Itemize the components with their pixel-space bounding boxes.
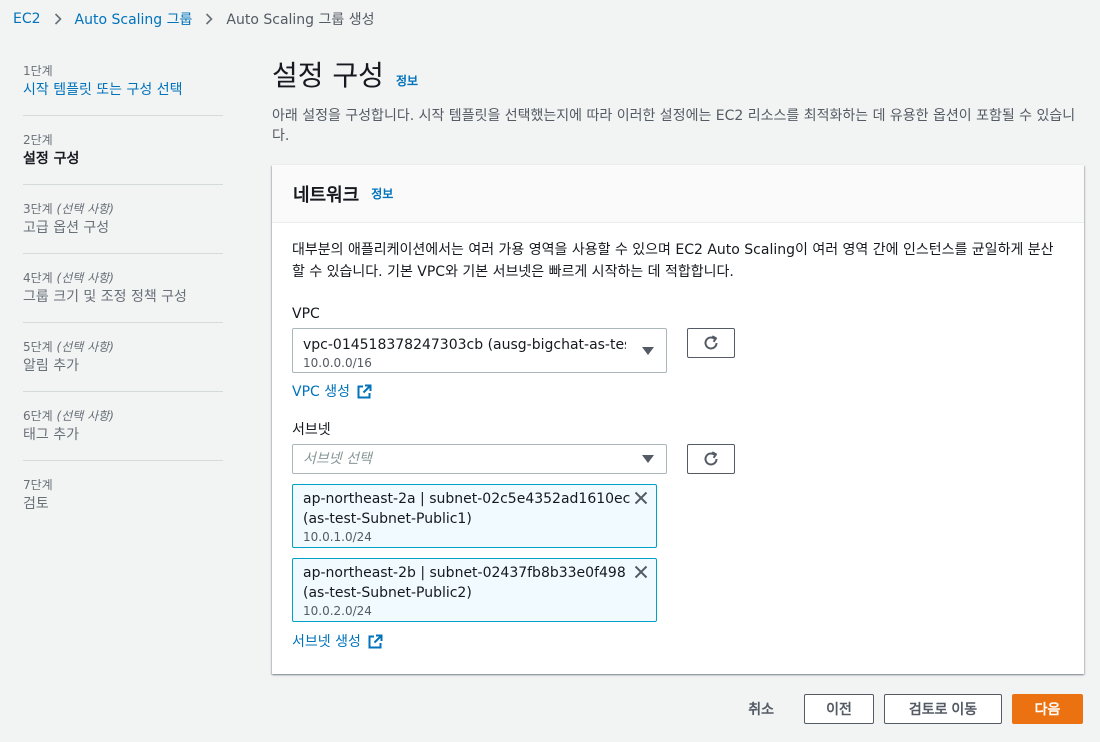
- wizard-step-4: 4단계 (선택 사항) 그룹 크기 및 조정 정책 구성: [23, 267, 223, 323]
- vpc-select-value: vpc-014518378247303cb (ausg-bigchat-as-t…: [303, 337, 626, 353]
- subnet-select[interactable]: 서브넷 선택: [292, 444, 667, 474]
- wizard-footer: 취소 이전 검토로 이동 다음: [748, 694, 1083, 724]
- step-number: 5단계 (선택 사항): [23, 340, 114, 354]
- step-advanced-options: 고급 옵션 구성: [23, 220, 110, 236]
- wizard-steps: 1단계 시작 템플릿 또는 구성 선택 2단계 설정 구성 3단계 (선택 사항…: [23, 60, 223, 542]
- previous-button[interactable]: 이전: [804, 694, 874, 724]
- step-tags: 태그 추가: [23, 427, 79, 443]
- breadcrumb: EC2 Auto Scaling 그룹 Auto Scaling 그룹 생성: [13, 8, 374, 30]
- vpc-refresh-button[interactable]: [687, 328, 735, 358]
- subnet-token: ap-northeast-2b | subnet-02437fb8b33e0f4…: [292, 558, 657, 622]
- vpc-create-link[interactable]: VPC 생성: [292, 382, 372, 402]
- step-number: 4단계 (선택 사항): [23, 271, 114, 285]
- vpc-row: vpc-014518378247303cb (ausg-bigchat-as-t…: [292, 328, 1064, 373]
- cancel-button[interactable]: 취소: [748, 699, 774, 719]
- step-review: 검토: [23, 496, 49, 512]
- subnet-token-cidr: 10.0.2.0/24: [303, 604, 372, 618]
- network-info-link[interactable]: 정보: [371, 185, 393, 202]
- subnet-create-link[interactable]: 서브넷 생성: [292, 632, 383, 652]
- subnet-token-id: ap-northeast-2b | subnet-02437fb8b33e0f4…: [303, 565, 626, 581]
- subnet-refresh-button[interactable]: [687, 444, 735, 474]
- breadcrumb-current: Auto Scaling 그룹 생성: [226, 12, 375, 28]
- external-link-icon: [357, 384, 372, 399]
- remove-subnet-button[interactable]: [634, 565, 648, 583]
- subnet-token-id: ap-northeast-2a | subnet-02c5e4352ad1610…: [303, 491, 631, 507]
- step-optional: (선택 사항): [56, 202, 114, 216]
- network-panel: 네트워크 정보 대부분의 애플리케이션에서는 여러 가용 영역을 사용할 수 있…: [272, 165, 1084, 674]
- network-panel-header: 네트워크 정보: [272, 165, 1084, 223]
- wizard-step-6: 6단계 (선택 사항) 태그 추가: [23, 405, 223, 461]
- skip-to-review-button[interactable]: 검토로 이동: [884, 694, 1002, 724]
- wizard-step-2: 2단계 설정 구성: [23, 129, 223, 185]
- subnet-select-placeholder: 서브넷 선택: [303, 451, 372, 467]
- vpc-select[interactable]: vpc-014518378247303cb (ausg-bigchat-as-t…: [292, 328, 667, 373]
- refresh-icon: [704, 451, 718, 466]
- vpc-cidr: 10.0.0.0/16: [303, 356, 372, 370]
- subnet-token-name: (as-test-Subnet-Public1): [303, 511, 472, 527]
- wizard-step-3: 3단계 (선택 사항) 고급 옵션 구성: [23, 198, 223, 254]
- subnet-row: 서브넷 선택: [292, 444, 1064, 474]
- subnet-token: ap-northeast-2a | subnet-02c5e4352ad1610…: [292, 484, 657, 548]
- page-title: 설정 구성: [272, 59, 384, 92]
- wizard-step-1: 1단계 시작 템플릿 또는 구성 선택: [23, 60, 223, 116]
- step-number: 1단계: [23, 64, 53, 78]
- step-number: 7단계: [23, 478, 53, 492]
- step-group-size: 그룹 크기 및 조정 정책 구성: [23, 289, 187, 305]
- main-content: 설정 구성 정보 아래 설정을 구성합니다. 시작 템플릿을 선택했는지에 따라…: [272, 56, 1084, 146]
- vpc-label: VPC: [292, 306, 320, 322]
- step-optional: (선택 사항): [56, 409, 114, 423]
- subnet-create-label: 서브넷 생성: [292, 634, 361, 650]
- step-notifications: 알림 추가: [23, 358, 79, 374]
- breadcrumb-ec2[interactable]: EC2: [13, 11, 41, 27]
- step-current-configure-settings: 설정 구성: [23, 151, 80, 167]
- caret-down-icon: [642, 346, 654, 355]
- breadcrumb-auto-scaling-groups[interactable]: Auto Scaling 그룹: [75, 9, 193, 29]
- subnet-token-name: (as-test-Subnet-Public2): [303, 585, 472, 601]
- step-optional: (선택 사항): [56, 340, 114, 354]
- remove-subnet-button[interactable]: [634, 491, 648, 509]
- subnet-token-cidr: 10.0.1.0/24: [303, 530, 372, 544]
- network-description: 대부분의 애플리케이션에서는 여러 가용 영역을 사용할 수 있으며 EC2 A…: [292, 242, 1054, 280]
- chevron-right-icon: [54, 13, 62, 25]
- subnet-label: 서브넷: [292, 422, 331, 438]
- external-link-icon: [368, 634, 383, 649]
- step-number: 2단계: [23, 133, 53, 147]
- page-header: 설정 구성 정보: [272, 56, 1084, 96]
- close-icon: [634, 491, 648, 505]
- next-button[interactable]: 다음: [1012, 694, 1083, 724]
- close-icon: [634, 565, 648, 579]
- step-number: 6단계 (선택 사항): [23, 409, 114, 423]
- vpc-create-label: VPC 생성: [292, 384, 351, 400]
- wizard-step-7: 7단계 검토: [23, 474, 223, 529]
- chevron-right-icon: [205, 13, 214, 25]
- wizard-step-5: 5단계 (선택 사항) 알림 추가: [23, 336, 223, 392]
- page-info-link[interactable]: 정보: [396, 72, 418, 89]
- refresh-icon: [704, 335, 718, 350]
- network-panel-body: 대부분의 애플리케이션에서는 여러 가용 영역을 사용할 수 있으며 EC2 A…: [272, 223, 1084, 668]
- step-link-launch-template[interactable]: 시작 템플릿 또는 구성 선택: [23, 79, 223, 101]
- caret-down-icon: [642, 455, 654, 463]
- step-optional: (선택 사항): [56, 271, 114, 285]
- network-title: 네트워크: [293, 184, 360, 206]
- step-number: 3단계 (선택 사항): [23, 202, 114, 216]
- page-description: 아래 설정을 구성합니다. 시작 템플릿을 선택했는지에 따라 이러한 설정에는…: [272, 108, 1076, 144]
